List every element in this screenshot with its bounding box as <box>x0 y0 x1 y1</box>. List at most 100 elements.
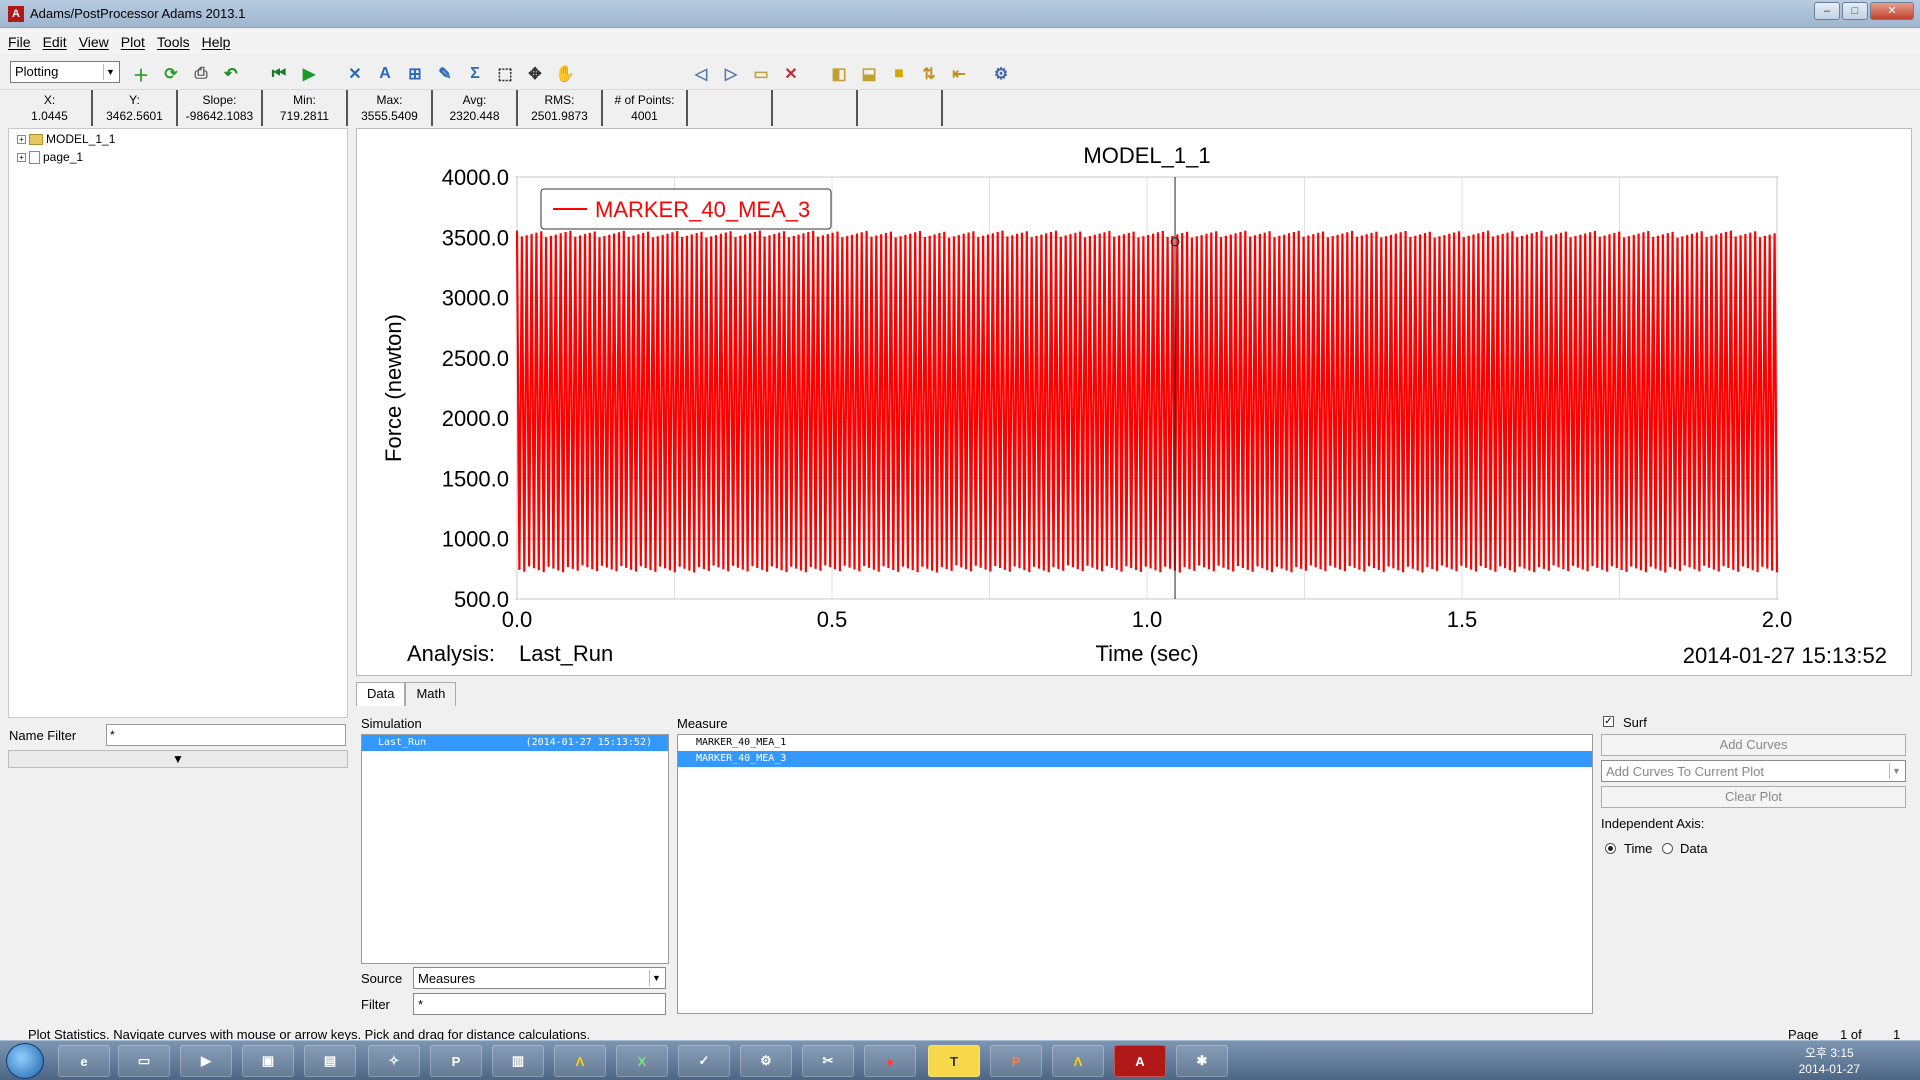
adams-icon[interactable]: A <box>1114 1045 1166 1077</box>
menu-plot[interactable]: Plot <box>121 34 145 50</box>
menu-help[interactable]: Help <box>202 34 231 50</box>
app-icon[interactable]: ▣ <box>242 1045 294 1077</box>
browser-icon[interactable]: e <box>58 1045 110 1077</box>
menu-tools[interactable]: Tools <box>157 34 190 50</box>
plot-area[interactable]: 0.0 0.5 1.0 1.5 2.0 500.0 1000.0 1500.0 2000.0 25… <box>356 128 1912 676</box>
play-icon[interactable]: ▶ <box>298 63 320 85</box>
tab-data[interactable]: Data <box>356 682 406 706</box>
close-button[interactable]: ✕ <box>1870 2 1914 20</box>
statistics-icon[interactable]: Σ <box>464 63 486 85</box>
talk-icon[interactable]: T <box>928 1045 980 1077</box>
stat-value: 1.0445 <box>31 109 68 123</box>
app-icon[interactable]: ▤ <box>304 1045 356 1077</box>
source-select[interactable]: Measures ▼ <box>413 967 666 989</box>
layout-full-icon[interactable]: ■ <box>888 63 910 85</box>
mode-select-value: Plotting <box>15 64 59 79</box>
simulation-time: (2014-01-27 15:13:52) <box>525 737 652 748</box>
stat-label: Slope: <box>202 93 237 107</box>
app-icon[interactable]: Λ <box>1052 1045 1104 1077</box>
axes-tool-icon[interactable]: ✕ <box>344 63 366 85</box>
start-button[interactable] <box>6 1043 44 1079</box>
import-icon[interactable]: ⇤ <box>948 63 970 85</box>
expand-icon[interactable]: + <box>17 152 26 162</box>
folder-icon <box>29 133 43 145</box>
measure-list[interactable]: MARKER_40_MEA_1 MARKER_40_MEA_3 <box>677 734 1593 1014</box>
delete-page-icon[interactable]: ✕ <box>780 63 802 85</box>
curve-edit-icon[interactable]: ✎ <box>434 63 456 85</box>
layout-bottom-icon[interactable]: ⬓ <box>858 63 880 85</box>
stat-label: X: <box>43 93 56 107</box>
fit-icon[interactable]: ✥ <box>524 63 546 85</box>
zoom-box-icon[interactable]: ⬚ <box>494 63 516 85</box>
x-tick-label: 2.0 <box>1762 607 1793 632</box>
menu-view[interactable]: View <box>79 34 109 50</box>
data-radio-label: Data <box>1680 841 1708 856</box>
chart-title: MODEL_1_1 <box>1083 143 1210 168</box>
swap-icon[interactable]: ⇅ <box>918 63 940 85</box>
surf-label: Surf <box>1623 715 1647 730</box>
new-page-icon[interactable]: ＋ <box>130 63 152 85</box>
clock[interactable]: 오후 3:15 2014-01-27 <box>1799 1045 1860 1077</box>
simulation-list[interactable]: Last_Run (2014-01-27 15:13:52) <box>361 734 669 964</box>
new-document-icon[interactable]: ▭ <box>750 63 772 85</box>
app-icon[interactable]: ▥ <box>492 1045 544 1077</box>
app-icon[interactable]: ● <box>864 1045 916 1077</box>
title-bar: A Adams/PostProcessor Adams 2013.1 – □ ✕ <box>0 0 1920 28</box>
minimize-button[interactable]: – <box>1814 2 1840 20</box>
folder-icon[interactable]: ▭ <box>118 1045 170 1077</box>
stat-empty <box>688 90 773 126</box>
expand-icon[interactable]: + <box>17 134 26 144</box>
stat-label: RMS: <box>544 93 575 107</box>
powerpoint-icon[interactable]: P <box>990 1045 1042 1077</box>
tree-item-model[interactable]: + MODEL_1_1 <box>17 132 115 146</box>
list-item[interactable]: Last_Run (2014-01-27 15:13:52) <box>362 735 668 751</box>
plot-chart[interactable]: 0.0 0.5 1.0 1.5 2.0500.01000.01500.02000.025… <box>357 129 1913 677</box>
collapse-bar[interactable]: ▼ <box>8 750 348 768</box>
text-tool-icon[interactable]: A <box>374 63 396 85</box>
mode-select[interactable]: Plotting ▼ <box>10 61 120 83</box>
layout-left-icon[interactable]: ◧ <box>828 63 850 85</box>
name-filter-input[interactable]: * <box>106 724 346 746</box>
app-icon[interactable]: ✓ <box>678 1045 730 1077</box>
rewind-icon[interactable]: ⏮ <box>268 63 290 85</box>
reload-icon[interactable]: ⟳ <box>160 63 182 85</box>
stat-rms: RMS: 2501.9873 <box>518 90 603 126</box>
time-radio-label: Time <box>1624 841 1653 856</box>
menu-edit[interactable]: Edit <box>43 34 67 50</box>
app-icon[interactable]: ✧ <box>368 1045 420 1077</box>
app-icon[interactable]: ✂ <box>802 1045 854 1077</box>
excel-icon[interactable]: X <box>616 1045 668 1077</box>
table-tool-icon[interactable]: ⊞ <box>404 63 426 85</box>
tab-math[interactable]: Math <box>405 682 457 706</box>
add-curves-button[interactable]: Add Curves <box>1601 734 1906 756</box>
previous-page-icon[interactable]: ◁ <box>690 63 712 85</box>
clear-plot-button[interactable]: Clear Plot <box>1601 786 1906 808</box>
time-radio[interactable] <box>1605 843 1616 854</box>
next-page-icon[interactable]: ▷ <box>720 63 742 85</box>
add-mode-select[interactable]: Add Curves To Current Plot ▼ <box>1601 760 1906 782</box>
stat-label: Min: <box>293 93 316 107</box>
maximize-button[interactable]: □ <box>1842 2 1868 20</box>
data-radio[interactable] <box>1662 843 1673 854</box>
x-tick-label: 1.5 <box>1447 607 1478 632</box>
app-icon[interactable]: Λ <box>554 1045 606 1077</box>
y-tick-label: 3000.0 <box>442 286 509 311</box>
name-filter-label: Name Filter <box>9 728 77 743</box>
tree-item-page[interactable]: + page_1 <box>17 150 83 164</box>
app-icon[interactable]: ✱ <box>1176 1045 1228 1077</box>
list-item[interactable]: MARKER_40_MEA_1 <box>678 735 1592 751</box>
settings-gear-icon[interactable]: ⚙ <box>990 63 1012 85</box>
list-item[interactable]: MARKER_40_MEA_3 <box>678 751 1592 767</box>
media-player-icon[interactable]: ▶ <box>180 1045 232 1077</box>
surf-checkbox[interactable]: ✓ <box>1603 716 1614 727</box>
pan-icon[interactable]: ✋ <box>554 63 576 85</box>
filter-input[interactable]: * <box>413 993 666 1015</box>
taskbar: e ▭ ▶ ▣ ▤ ✧ P ▥ Λ X ✓ ⚙ ✂ ● T P Λ A ✱ 오후… <box>0 1040 1920 1080</box>
print-icon[interactable]: ⎙ <box>190 63 212 85</box>
undo-icon[interactable]: ↶ <box>220 63 242 85</box>
app-icon[interactable]: P <box>430 1045 482 1077</box>
menu-file[interactable]: File <box>8 34 31 50</box>
app-icon[interactable]: ⚙ <box>740 1045 792 1077</box>
stat-label: Avg: <box>462 93 487 107</box>
x-tick-label: 0.5 <box>817 607 848 632</box>
